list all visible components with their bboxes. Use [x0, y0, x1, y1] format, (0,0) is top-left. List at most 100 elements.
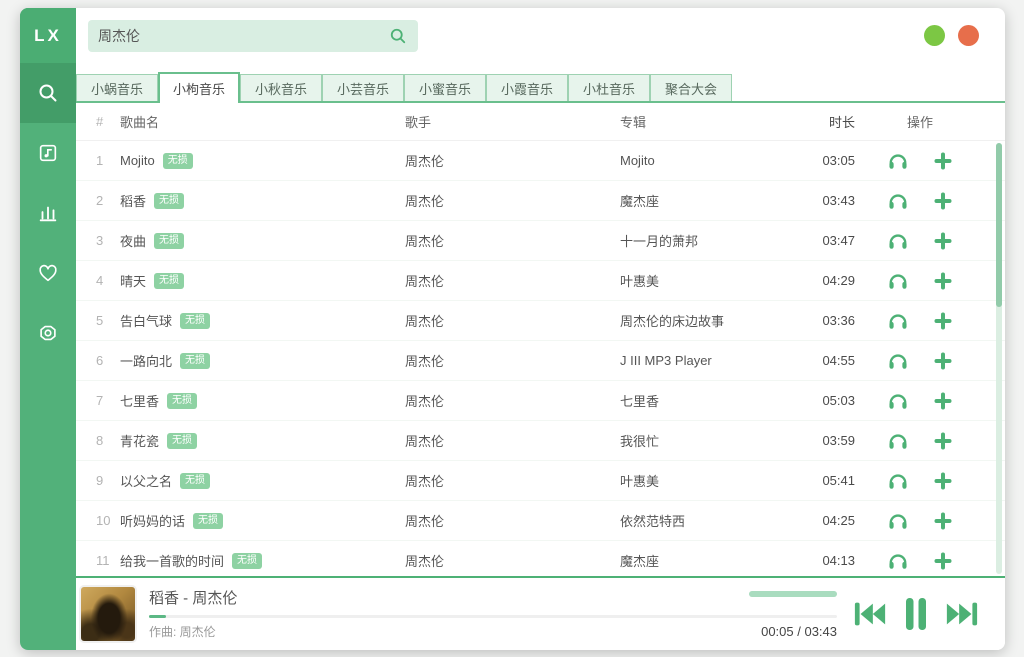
song-name: 一路向北 [120, 351, 172, 370]
listen-icon[interactable] [887, 511, 909, 531]
sidebar-nav [20, 63, 76, 363]
song-name: 给我一首歌的时间 [120, 551, 224, 570]
add-icon[interactable] [933, 191, 953, 211]
scrollbar-thumb[interactable] [996, 143, 1002, 307]
listen-icon[interactable] [887, 271, 909, 291]
row-actions [855, 471, 985, 491]
song-duration: 04:13 [785, 553, 855, 568]
source-tab[interactable]: 小枸音乐 [158, 72, 240, 103]
bar-chart-icon [37, 202, 59, 224]
scrollbar-track[interactable] [996, 143, 1002, 574]
column-header-album: 专辑 [620, 112, 785, 131]
song-name: 稻香 [120, 191, 146, 210]
row-name-cell: 给我一首歌的时间 无损 [120, 551, 405, 570]
listen-icon[interactable] [887, 351, 909, 371]
previous-button[interactable] [853, 599, 887, 629]
song-duration: 03:59 [785, 433, 855, 448]
column-header-name: 歌曲名 [120, 112, 405, 131]
sidebar-item-search[interactable] [20, 63, 76, 123]
album-art [79, 585, 137, 643]
song-name: 七里香 [120, 391, 159, 410]
song-duration: 05:41 [785, 473, 855, 488]
table-row[interactable]: 11 给我一首歌的时间 无损 周杰伦 魔杰座 04:13 [76, 541, 1005, 576]
song-artist: 周杰伦 [405, 351, 620, 370]
table-row[interactable]: 10 听妈妈的话 无损 周杰伦 依然范特西 04:25 [76, 501, 1005, 541]
source-tab[interactable]: 小蜗音乐 [76, 74, 158, 101]
song-album: 叶惠美 [620, 471, 785, 490]
table-row[interactable]: 1 Mojito 无损 周杰伦 Mojito 03:05 [76, 141, 1005, 181]
listen-icon[interactable] [887, 151, 909, 171]
table-row[interactable]: 5 告白气球 无损 周杰伦 周杰伦的床边故事 03:36 [76, 301, 1005, 341]
row-name-cell: 告白气球 无损 [120, 311, 405, 330]
column-header-duration: 时长 [785, 112, 855, 131]
player-controls [837, 597, 995, 631]
player-info: 稻香 - 周杰伦 作曲: 周杰伦 00:05 / 03:43 [137, 589, 837, 640]
row-name-cell: 听妈妈的话 无损 [120, 511, 405, 530]
row-index: 8 [96, 433, 120, 448]
source-tab[interactable]: 小霞音乐 [486, 74, 568, 101]
add-icon[interactable] [933, 151, 953, 171]
add-icon[interactable] [933, 431, 953, 451]
row-index: 1 [96, 153, 120, 168]
listen-icon[interactable] [887, 391, 909, 411]
search-submit-icon[interactable] [388, 26, 408, 46]
row-index: 2 [96, 193, 120, 208]
add-icon[interactable] [933, 231, 953, 251]
row-name-cell: 晴天 无损 [120, 271, 405, 290]
source-tab[interactable]: 小杜音乐 [568, 74, 650, 101]
row-index: 11 [96, 553, 120, 568]
table-body: 1 Mojito 无损 周杰伦 Mojito 03:05 [76, 141, 1005, 576]
volume-slider[interactable] [749, 591, 837, 597]
now-playing-title: 稻香 - 周杰伦 [149, 589, 837, 609]
add-icon[interactable] [933, 511, 953, 531]
source-tab[interactable]: 小蜜音乐 [404, 74, 486, 101]
listen-icon[interactable] [887, 431, 909, 451]
add-icon[interactable] [933, 391, 953, 411]
search-icon [36, 81, 60, 105]
source-tab[interactable]: 小芸音乐 [322, 74, 404, 101]
progress-bar[interactable] [149, 615, 837, 618]
search-input[interactable] [98, 28, 388, 44]
sidebar-item-songlist[interactable] [20, 123, 76, 183]
listen-icon[interactable] [887, 231, 909, 251]
source-tab[interactable]: 小秋音乐 [240, 74, 322, 101]
minimize-button[interactable] [924, 25, 945, 46]
top-bar [76, 8, 1005, 63]
row-index: 10 [96, 513, 120, 528]
listen-icon[interactable] [887, 311, 909, 331]
table-row[interactable]: 2 稻香 无损 周杰伦 魔杰座 03:43 [76, 181, 1005, 221]
listen-icon[interactable] [887, 551, 909, 571]
table-row[interactable]: 8 青花瓷 无损 周杰伦 我很忙 03:59 [76, 421, 1005, 461]
sidebar-item-settings[interactable] [20, 303, 76, 363]
row-name-cell: 七里香 无损 [120, 391, 405, 410]
quality-badge: 无损 [193, 513, 223, 529]
table-row[interactable]: 3 夜曲 无损 周杰伦 十一月的萧邦 03:47 [76, 221, 1005, 261]
song-table: # 歌曲名 歌手 专辑 时长 操作 1 Mojito 无损 周杰伦 Mojito… [76, 103, 1005, 576]
song-duration: 03:47 [785, 233, 855, 248]
song-name: 以父之名 [120, 471, 172, 490]
add-icon[interactable] [933, 271, 953, 291]
add-icon[interactable] [933, 311, 953, 331]
listen-icon[interactable] [887, 191, 909, 211]
add-icon[interactable] [933, 551, 953, 571]
next-button[interactable] [945, 599, 979, 629]
sidebar-item-favorites[interactable] [20, 243, 76, 303]
volume-fill [749, 591, 837, 597]
table-row[interactable]: 4 晴天 无损 周杰伦 叶惠美 04:29 [76, 261, 1005, 301]
sidebar-item-ranking[interactable] [20, 183, 76, 243]
row-actions [855, 311, 985, 331]
row-name-cell: 夜曲 无损 [120, 231, 405, 250]
add-icon[interactable] [933, 351, 953, 371]
row-index: 5 [96, 313, 120, 328]
source-tab[interactable]: 聚合大会 [650, 74, 732, 101]
close-button[interactable] [958, 25, 979, 46]
listen-icon[interactable] [887, 471, 909, 491]
add-icon[interactable] [933, 471, 953, 491]
player-subrow: 作曲: 周杰伦 00:05 / 03:43 [149, 623, 837, 640]
song-duration: 04:55 [785, 353, 855, 368]
table-row[interactable]: 6 一路向北 无损 周杰伦 J III MP3 Player 04:55 [76, 341, 1005, 381]
quality-badge: 无损 [167, 433, 197, 449]
table-row[interactable]: 9 以父之名 无损 周杰伦 叶惠美 05:41 [76, 461, 1005, 501]
pause-button[interactable] [903, 597, 929, 631]
table-row[interactable]: 7 七里香 无损 周杰伦 七里香 05:03 [76, 381, 1005, 421]
